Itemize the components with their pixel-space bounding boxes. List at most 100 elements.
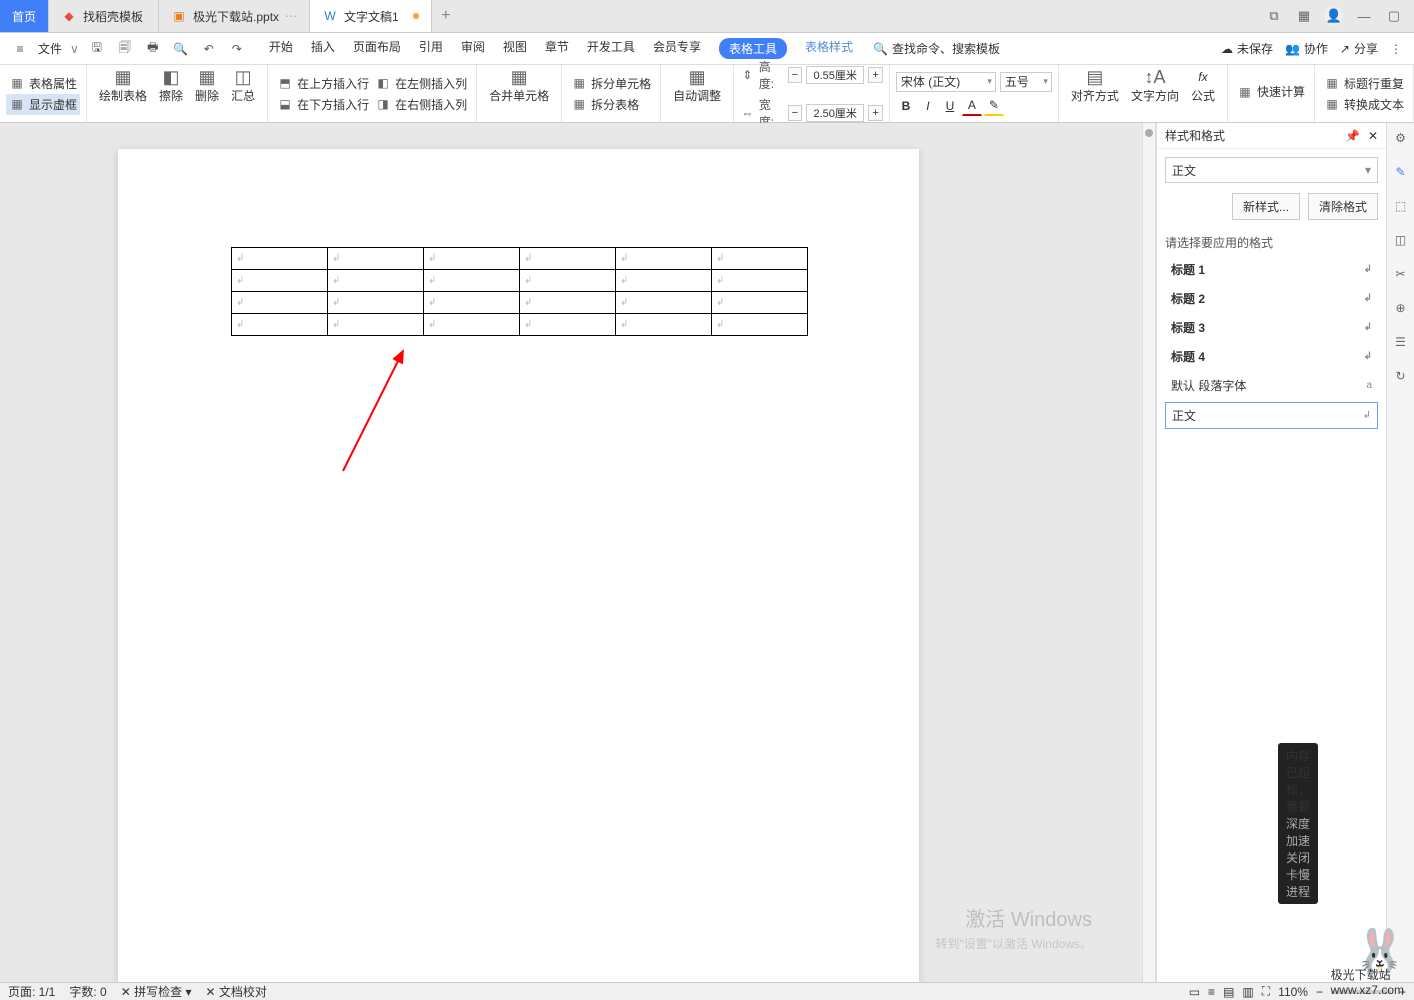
- view-page-icon[interactable]: ▭: [1189, 985, 1200, 999]
- document-table[interactable]: ↲↲↲↲↲↲ ↲↲↲↲↲↲ ↲↲↲↲↲↲ ↲↲↲↲↲↲: [231, 247, 808, 336]
- btn-formula[interactable]: fx公式: [1185, 65, 1221, 122]
- current-style-select[interactable]: 正文: [1165, 157, 1378, 183]
- height-minus[interactable]: −: [788, 67, 803, 83]
- memory-toast[interactable]: 内存已超标，需要 深度加速关闭卡慢进程: [1278, 743, 1318, 904]
- style-body[interactable]: 正文↲: [1165, 402, 1378, 429]
- menu-table-style[interactable]: 表格样式: [805, 38, 853, 59]
- redo-icon[interactable]: ↷: [227, 39, 247, 59]
- btn-split-cell[interactable]: ▦拆分单元格: [568, 73, 654, 94]
- save-icon[interactable]: 🖫: [87, 39, 107, 59]
- menu-vip[interactable]: 会员专享: [653, 38, 701, 59]
- rail-compass-icon[interactable]: ⊕: [1392, 299, 1410, 317]
- menu-insert[interactable]: 插入: [311, 38, 335, 59]
- status-page[interactable]: 页面: 1/1: [8, 983, 55, 1000]
- zoom-fit-icon[interactable]: ⛶: [1262, 984, 1270, 999]
- tab-template[interactable]: ◆找稻壳模板: [49, 0, 159, 32]
- style-default-font[interactable]: 默认 段落字体a: [1165, 373, 1378, 398]
- minimize-button[interactable]: —: [1354, 6, 1374, 26]
- gutter-handle-icon[interactable]: [1145, 129, 1153, 137]
- btn-draw-table[interactable]: ▦绘制表格: [93, 65, 153, 122]
- rail-outline-icon[interactable]: ☰: [1392, 333, 1410, 351]
- bold-button[interactable]: B: [896, 96, 916, 116]
- btn-insert-col-right[interactable]: ◨在右侧插入列: [372, 94, 470, 115]
- status-compare[interactable]: ✕ 文档校对: [205, 983, 266, 1000]
- maximize-button[interactable]: ▢: [1384, 6, 1404, 26]
- style-h4[interactable]: 标题 4↲: [1165, 344, 1378, 369]
- underline-button[interactable]: U: [940, 96, 960, 116]
- pin-icon[interactable]: 📌: [1345, 129, 1360, 143]
- status-words[interactable]: 字数: 0: [69, 983, 106, 1000]
- new-tab-button[interactable]: +: [432, 0, 460, 32]
- avatar-icon[interactable]: 👤: [1324, 6, 1344, 26]
- apps-icon[interactable]: ▦: [1294, 6, 1314, 26]
- width-input[interactable]: [806, 104, 864, 122]
- clear-format-button[interactable]: 清除格式: [1308, 193, 1378, 220]
- view-outline-icon[interactable]: ≡: [1208, 985, 1215, 999]
- window-mode-icon[interactable]: ⧉: [1264, 6, 1284, 26]
- print-icon[interactable]: 🖶: [143, 39, 163, 59]
- btn-quick-calc[interactable]: ▦快速计算: [1234, 81, 1308, 102]
- view-read-icon[interactable]: ▥: [1242, 985, 1253, 999]
- italic-button[interactable]: I: [918, 96, 938, 116]
- style-h3[interactable]: 标题 3↲: [1165, 315, 1378, 340]
- menu-ref[interactable]: 引用: [419, 38, 443, 59]
- font-color-button[interactable]: A: [962, 96, 982, 116]
- btn-insert-row-above[interactable]: ⬒在上方插入行: [274, 73, 372, 94]
- view-web-icon[interactable]: ▤: [1223, 985, 1234, 999]
- zoom-value[interactable]: 110%: [1278, 985, 1308, 999]
- btn-split-table[interactable]: ▦拆分表格: [568, 94, 654, 115]
- document-area[interactable]: ↲↲↲↲↲↲ ↲↲↲↲↲↲ ↲↲↲↲↲↲ ↲↲↲↲↲↲ 激活 Windows 转…: [0, 123, 1142, 982]
- btn-show-ghost[interactable]: ▦显示虚框: [6, 94, 80, 115]
- btn-text-dir[interactable]: ↕A文字方向: [1125, 65, 1185, 122]
- btn-align[interactable]: ▤对齐方式: [1065, 65, 1125, 122]
- btn-autofit[interactable]: ▦自动调整: [667, 65, 727, 122]
- menu-table-tools[interactable]: 表格工具: [719, 38, 787, 59]
- menu-view[interactable]: 视图: [503, 38, 527, 59]
- hamburger-icon[interactable]: ≡: [10, 39, 30, 59]
- tab-doc-current[interactable]: W文字文稿1: [310, 0, 432, 32]
- rail-refresh-icon[interactable]: ↻: [1392, 367, 1410, 385]
- close-icon[interactable]: ✕: [1368, 129, 1378, 143]
- rail-styles-icon[interactable]: ✎: [1392, 163, 1410, 181]
- menu-section[interactable]: 章节: [545, 38, 569, 59]
- btn-table-props[interactable]: ▦表格属性: [6, 73, 80, 94]
- scroll-gutter[interactable]: [1142, 123, 1156, 982]
- rail-select-icon[interactable]: ⬚: [1392, 197, 1410, 215]
- tab-pptx[interactable]: ▣极光下载站.pptx⋯: [159, 0, 310, 32]
- style-h2[interactable]: 标题 2↲: [1165, 286, 1378, 311]
- menu-review[interactable]: 审阅: [461, 38, 485, 59]
- height-input[interactable]: [806, 66, 864, 84]
- menu-start[interactable]: 开始: [269, 38, 293, 59]
- zoom-out-button[interactable]: −: [1316, 985, 1323, 999]
- rail-settings-icon[interactable]: ⚙: [1392, 129, 1410, 147]
- undo-icon[interactable]: ↶: [199, 39, 219, 59]
- btn-insert-col-left[interactable]: ◧在左侧插入列: [372, 73, 470, 94]
- highlight-button[interactable]: ✎: [984, 96, 1004, 116]
- rail-clip-icon[interactable]: ✂: [1392, 265, 1410, 283]
- command-search[interactable]: 🔍 查找命令、搜索模板: [873, 40, 1000, 57]
- new-style-button[interactable]: 新样式...: [1232, 193, 1300, 220]
- style-h1[interactable]: 标题 1↲: [1165, 257, 1378, 282]
- btn-merge-cells[interactable]: ▦合并单元格: [483, 65, 555, 122]
- rail-shapes-icon[interactable]: ◫: [1392, 231, 1410, 249]
- btn-to-text[interactable]: ▦转换成文本: [1321, 94, 1407, 115]
- btn-summary[interactable]: ◫汇总: [225, 65, 261, 122]
- save-as-icon[interactable]: 🗐: [115, 39, 135, 59]
- tab-home[interactable]: 首页: [0, 0, 49, 32]
- file-menu[interactable]: 文件: [38, 40, 62, 57]
- preview-icon[interactable]: 🔍: [171, 39, 191, 59]
- btn-erase[interactable]: ◧擦除: [153, 65, 189, 122]
- height-plus[interactable]: +: [868, 67, 883, 83]
- status-spell[interactable]: ✕ 拼写检查 ▾: [121, 983, 192, 1000]
- unsaved-button[interactable]: ☁未保存: [1221, 40, 1273, 57]
- coop-button[interactable]: 👥协作: [1285, 40, 1328, 57]
- tab-menu-icon[interactable]: ⋯: [285, 9, 297, 23]
- btn-header-repeat[interactable]: ▦标题行重复: [1321, 73, 1407, 94]
- font-size-select[interactable]: 五号: [1000, 72, 1052, 92]
- font-family-select[interactable]: 宋体 (正文): [896, 72, 996, 92]
- width-plus[interactable]: +: [868, 105, 883, 121]
- btn-insert-row-below[interactable]: ⬓在下方插入行: [274, 94, 372, 115]
- menu-dev[interactable]: 开发工具: [587, 38, 635, 59]
- share-button[interactable]: ↗分享: [1340, 40, 1378, 57]
- width-minus[interactable]: −: [788, 105, 803, 121]
